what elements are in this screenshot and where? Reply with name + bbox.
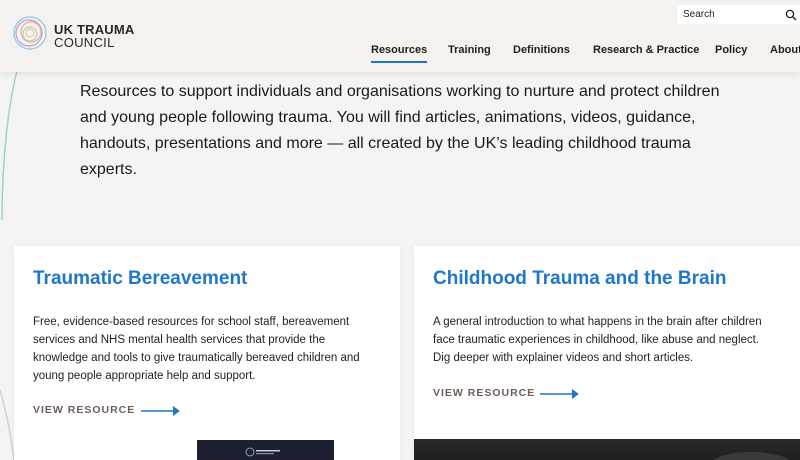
resource-card-traumatic-bereavement: Traumatic Bereavement Free, evidence-bas… [14,246,400,460]
card-image [414,439,800,460]
view-resource-link[interactable]: VIEW RESOURCE [433,387,535,399]
card-title[interactable]: Traumatic Bereavement [33,268,247,290]
site-header: UK TRAUMA COUNCIL Resources Training Def… [0,0,800,72]
nav-item-research-practice[interactable]: Research & Practice [593,44,699,56]
card-title[interactable]: Childhood Trauma and the Brain [433,268,726,290]
card-description: A general introduction to what happens i… [433,316,762,364]
nav-item-about[interactable]: About [770,44,800,56]
nav-item-policy[interactable]: Policy [715,44,747,56]
view-resource-link[interactable]: VIEW RESOURCE [33,404,135,416]
nav-item-definitions[interactable]: Definitions [513,44,570,56]
nav-item-resources[interactable]: Resources [371,44,428,63]
search-input[interactable] [677,5,777,24]
nav-item-training[interactable]: Training [448,44,491,56]
card-description: Free, evidence-based resources for schoo… [33,316,360,382]
card-image [197,440,334,460]
booklet-logo-icon [245,447,280,457]
search-icon[interactable] [785,9,797,21]
intro-text: Resources to support individuals and org… [80,83,720,178]
search-box [677,5,800,24]
resource-card-childhood-trauma-brain: Childhood Trauma and the Brain A general… [414,246,800,460]
arrow-right-icon[interactable] [141,405,183,417]
main-nav: Resources Training Definitions Research … [0,44,800,66]
arrow-right-icon[interactable] [540,388,582,400]
brain-illustration-icon [713,451,790,460]
